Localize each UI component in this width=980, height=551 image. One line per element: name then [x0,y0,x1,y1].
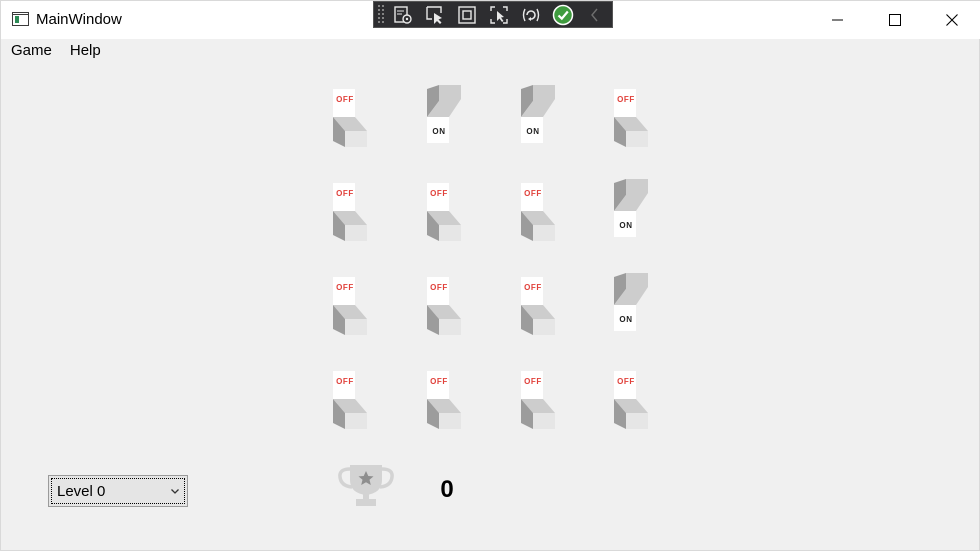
switch-state-label: OFF [524,283,542,292]
switch-graphic [333,277,367,335]
switch-state-label: ON [619,315,633,324]
switch-graphic [427,85,461,143]
main-window: MainWindow Game Help OFF ON ON OFF OFF O… [0,0,980,551]
toggle-switch-r2-c4[interactable]: ON [612,177,652,245]
toggle-switch-r4-c2[interactable]: OFF [425,365,465,433]
switch-graphic [521,371,555,429]
trophy-icon [336,462,396,508]
collapse-chevron-icon[interactable] [581,3,609,27]
toggle-switch-r1-c3[interactable]: ON [519,83,559,151]
select-element-icon[interactable] [421,3,449,27]
debug-toolbar [373,1,613,28]
window-title: MainWindow [36,11,122,28]
toggle-switch-r3-c4[interactable]: ON [612,271,652,339]
maximize-button[interactable] [866,1,924,39]
switch-state-label: OFF [524,377,542,386]
switch-state-label: OFF [430,189,448,198]
level-select-inner: Level 0 [51,478,185,504]
minimize-button[interactable] [809,1,867,39]
display-layout-adorners-icon[interactable] [453,3,481,27]
switch-state-label: OFF [336,377,354,386]
switch-graphic [333,89,367,147]
app-icon [12,12,29,26]
switch-graphic [614,371,648,429]
toggle-switch-r4-c1[interactable]: OFF [331,365,371,433]
toggle-switch-r1-c4[interactable]: OFF [612,83,652,151]
title-bar[interactable]: MainWindow [1,1,980,39]
toggle-switch-r4-c4[interactable]: OFF [612,365,652,433]
switch-state-label: OFF [336,189,354,198]
toggle-switch-r2-c3[interactable]: OFF [519,177,559,245]
hot-reload-icon[interactable] [517,3,545,27]
switch-graphic [521,85,555,143]
switch-graphic [333,371,367,429]
track-focus-icon[interactable] [485,3,513,27]
menu-game[interactable]: Game [1,39,61,63]
switch-state-label: ON [432,127,446,136]
switch-graphic [614,179,648,237]
toggle-switch-r3-c1[interactable]: OFF [331,271,371,339]
menu-bar: Game Help [1,39,980,63]
switch-state-label: OFF [617,95,635,104]
switch-state-label: ON [619,221,633,230]
status-ok-icon[interactable] [549,3,577,27]
score-value: 0 [440,476,454,503]
toolbar-grip[interactable] [377,4,385,25]
switch-graphic [521,183,555,241]
switch-graphic [333,183,367,241]
level-select-value: Level 0 [57,482,106,500]
switch-state-label: OFF [617,377,635,386]
switch-graphic [614,89,648,147]
switch-graphic [427,277,461,335]
switch-state-label: OFF [430,377,448,386]
switch-state-label: OFF [524,189,542,198]
live-visual-tree-icon[interactable] [389,3,417,27]
toggle-switch-r4-c3[interactable]: OFF [519,365,559,433]
menu-help[interactable]: Help [61,39,110,63]
switch-graphic [614,273,648,331]
toggle-switch-r3-c2[interactable]: OFF [425,271,465,339]
switch-graphic [521,277,555,335]
switch-graphic [427,371,461,429]
toggle-switch-r2-c1[interactable]: OFF [331,177,371,245]
toggle-switch-r2-c2[interactable]: OFF [425,177,465,245]
toggle-switch-r1-c1[interactable]: OFF [331,83,371,151]
switch-graphic [427,183,461,241]
close-button[interactable] [923,1,980,39]
switch-grid: OFF ON ON OFF OFF OFF OFF ON OFF OFF OFF ON OFF OFF OF… [331,83,661,433]
switch-state-label: OFF [336,95,354,104]
switch-state-label: OFF [430,283,448,292]
switch-state-label: ON [526,127,540,136]
toggle-switch-r1-c2[interactable]: ON [425,83,465,151]
switch-state-label: OFF [336,283,354,292]
toggle-switch-r3-c3[interactable]: OFF [519,271,559,339]
chevron-down-icon [171,488,179,494]
level-select[interactable]: Level 0 [48,475,188,507]
